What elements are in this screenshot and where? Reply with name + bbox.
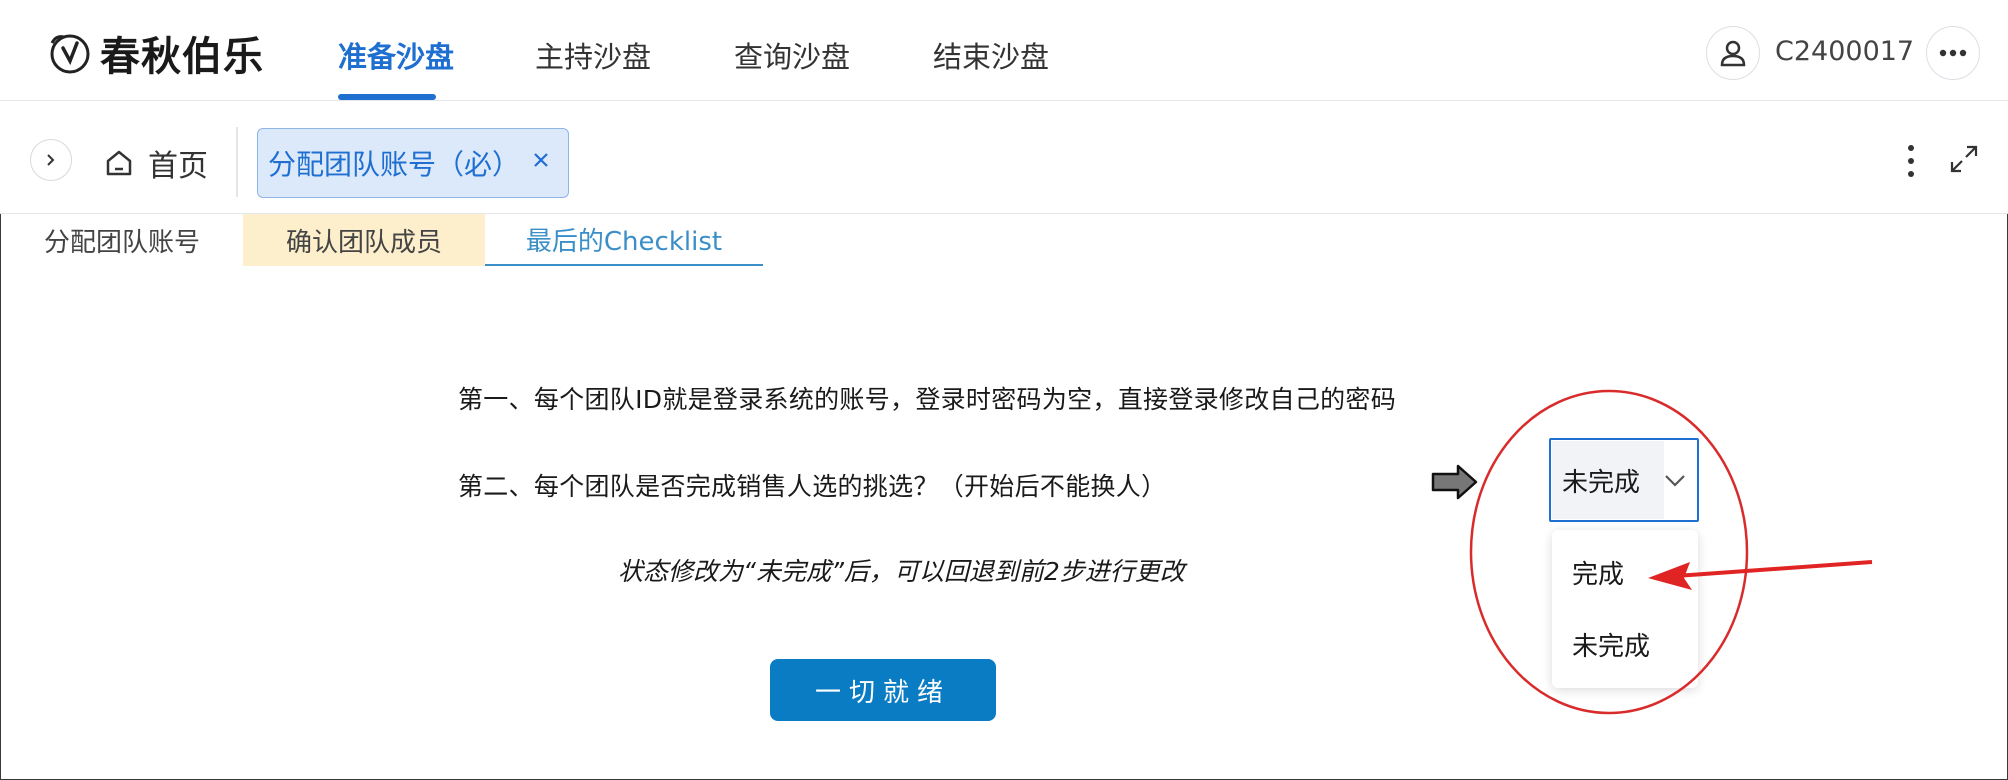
chevron-down-icon bbox=[1665, 475, 1685, 487]
active-tab-indicator bbox=[338, 94, 436, 100]
tag-bar: 首页 分配团队账号（必） bbox=[0, 101, 2008, 214]
more-vertical-icon[interactable] bbox=[1896, 139, 1926, 183]
sidebar-toggle-button[interactable] bbox=[30, 139, 72, 181]
home-icon bbox=[106, 150, 132, 176]
checklist-item-1: 第一、每个团队ID就是登录系统的账号，登录时密码为空，直接登录修改自己的密码 bbox=[458, 385, 1397, 414]
divider bbox=[236, 127, 238, 197]
user-icon bbox=[1720, 40, 1746, 67]
user-id[interactable]: C2400017 bbox=[1775, 36, 1914, 67]
option-complete[interactable]: 完成 bbox=[1572, 554, 1624, 591]
fullscreen-icon[interactable] bbox=[1946, 141, 1982, 177]
nav-tab-host[interactable]: 主持沙盘 bbox=[535, 34, 651, 76]
checklist-item-2: 第二、每个团队是否完成销售人选的挑选？（开始后不能换人） bbox=[458, 472, 1167, 501]
nav-tab-finish[interactable]: 结束沙盘 bbox=[933, 34, 1049, 76]
home-tab[interactable]: 首页 bbox=[104, 141, 208, 185]
more-options-button[interactable] bbox=[1926, 26, 1980, 80]
close-icon[interactable] bbox=[526, 145, 556, 175]
arrow-right-icon bbox=[1431, 464, 1478, 500]
home-label: 首页 bbox=[148, 149, 208, 184]
all-ready-button[interactable]: 一切就绪 bbox=[770, 659, 996, 721]
step-tab-final-checklist[interactable]: 最后的Checklist bbox=[485, 214, 763, 266]
status-select-value: 未完成 bbox=[1552, 441, 1664, 519]
status-select[interactable]: 未完成 bbox=[1549, 438, 1699, 522]
top-navigation-bar: 春秋伯乐 准备沙盘 主持沙盘 查询沙盘 结束沙盘 C2400017 bbox=[0, 0, 2008, 101]
logo-mark-icon bbox=[50, 34, 90, 74]
nav-tab-query[interactable]: 查询沙盘 bbox=[734, 34, 850, 76]
more-horizontal-icon bbox=[1939, 49, 1967, 57]
chevron-right-icon bbox=[47, 154, 55, 166]
user-avatar[interactable] bbox=[1706, 26, 1760, 80]
step-tab-assign-accounts[interactable]: 分配团队账号 bbox=[30, 214, 214, 266]
hint-text: 状态修改为“未完成”后，可以回退到前2步进行更改 bbox=[618, 557, 1185, 586]
option-incomplete[interactable]: 未完成 bbox=[1572, 626, 1650, 663]
logo: 春秋伯乐 bbox=[46, 24, 264, 82]
nav-tab-prepare[interactable]: 准备沙盘 bbox=[338, 34, 454, 76]
open-page-tag[interactable]: 分配团队账号（必） bbox=[257, 128, 569, 198]
open-tag-label: 分配团队账号（必） bbox=[268, 148, 521, 181]
status-dropdown-menu: 完成 未完成 bbox=[1552, 530, 1698, 688]
logo-text: 春秋伯乐 bbox=[100, 34, 264, 80]
step-tab-confirm-members[interactable]: 确认团队成员 bbox=[243, 214, 485, 266]
